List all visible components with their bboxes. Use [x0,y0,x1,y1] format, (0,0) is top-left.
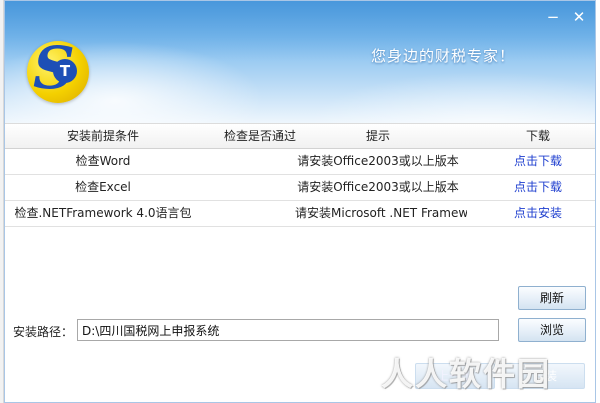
installer-window: S T 您身边的财税专家！ − ✕ 安装前提条件 检查是否通过 提示 下载 检查… [4,0,596,403]
close-icon[interactable]: ✕ [571,9,587,25]
table-row: 检查Excel 请安装Office2003或以上版本 点击下载 [5,175,595,201]
install-button[interactable]: 安装 [505,363,585,389]
row-hint: 请安装Office2003或以上版本 [297,180,459,194]
download-word-link[interactable]: 点击下载 [481,149,595,174]
row-condition: 检查Word [75,154,131,168]
column-header-download: 下载 [525,129,550,143]
table-row: 检查Word 请安装Office2003或以上版本 点击下载 [5,149,595,175]
logo-letter-t: T [53,59,77,83]
install-path-label: 安装路径： [13,325,74,339]
table-row: 检查.NETFramework 4.0语言包 请安装Microsoft .NET… [5,201,595,227]
download-excel-link[interactable]: 点击下载 [481,175,595,200]
column-header-condition: 安装前提条件 [66,129,139,143]
row-condition: 检查Excel [75,180,131,194]
banner-header: S T 您身边的财税专家！ − ✕ [5,1,595,123]
browse-button[interactable]: 浏览 [518,318,586,342]
row-hint: 请安装Microsoft .NET Framework [295,206,467,220]
slogan-text: 您身边的财税专家！ [371,47,516,65]
row-condition: 检查.NETFramework 4.0语言包 [14,206,192,220]
row-hint: 请安装Office2003或以上版本 [297,154,459,168]
table-header-row: 安装前提条件 检查是否通过 提示 下载 [5,123,595,149]
refresh-button[interactable]: 刷新 [518,286,586,310]
tax-logo-icon: S T [27,37,89,103]
install-path-input[interactable] [77,319,499,341]
banner-glow-right [305,71,595,123]
previous-step-button[interactable]: 上一步 [415,363,495,389]
prerequisite-table: 安装前提条件 检查是否通过 提示 下载 检查Word 请安装Office2003… [5,123,595,227]
minimize-icon[interactable]: − [545,9,561,25]
install-dotnet-link[interactable]: 点击安装 [481,201,595,226]
column-header-hint: 提示 [365,129,390,143]
